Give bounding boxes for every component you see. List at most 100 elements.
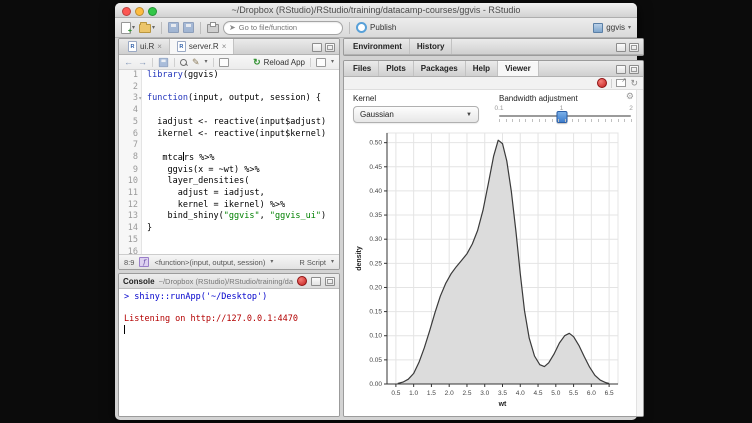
x-tick-label: 1.0 [409, 390, 418, 397]
environment-pane: EnvironmentHistory [343, 38, 644, 56]
open-file-button[interactable]: ▾ [139, 22, 155, 33]
close-icon[interactable]: × [222, 43, 227, 51]
code-token: ikernel <- reactive(input$kernel) [147, 129, 326, 139]
code-line[interactable]: 1library(ggvis) [119, 70, 339, 82]
code-line[interactable]: 3▾function(input, output, session) { [119, 93, 339, 105]
code-token: } [147, 223, 152, 233]
open-in-source-window-icon[interactable] [219, 58, 229, 67]
line-number: 1 [119, 70, 142, 82]
chevron-down-icon: ▾ [132, 25, 135, 31]
tab-viewer[interactable]: Viewer [498, 61, 539, 76]
function-context[interactable]: <function>(input, output, session) [154, 258, 265, 267]
close-window-button[interactable] [122, 7, 131, 16]
minimize-pane-button[interactable] [311, 277, 321, 286]
close-icon[interactable]: × [157, 43, 162, 51]
find-replace-icon[interactable] [180, 59, 187, 66]
code-text [142, 82, 152, 94]
toolbar-divider [200, 22, 201, 34]
code-line[interactable]: 7 [119, 140, 339, 152]
editor-status-bar: 8:9 f <function>(input, output, session)… [119, 254, 339, 269]
open-in-new-window-icon[interactable] [616, 79, 626, 87]
slider-tick [631, 119, 632, 122]
code-token: , [260, 211, 270, 221]
toolbar-divider [161, 22, 162, 34]
line-number: 3▾ [119, 93, 142, 105]
code-text: ikernel <- reactive(input$kernel) [142, 129, 326, 141]
console-tab-label[interactable]: Console [123, 277, 155, 286]
code-line[interactable]: 12 kernel = ikernel) %>% [119, 200, 339, 212]
code-text: mtcars %>% [142, 152, 215, 165]
tab-environment[interactable]: Environment [346, 39, 410, 54]
code-line[interactable]: 16 [119, 247, 339, 254]
maximize-pane-button[interactable] [629, 65, 639, 74]
chevron-down-icon: ▾ [628, 25, 631, 31]
tab-files[interactable]: Files [346, 61, 379, 76]
code-editor[interactable]: 1library(ggvis)2 3▾function(input, outpu… [119, 70, 339, 254]
line-number: 2 [119, 82, 142, 94]
y-tick-label: 0.05 [369, 357, 382, 364]
code-line[interactable]: 11 adjust = iadjust, [119, 188, 339, 200]
kernel-label: Kernel [353, 94, 479, 103]
main-toolbar: + ▾ ▾ ➤ Publish ggv [115, 18, 637, 38]
viewer-scrollbar[interactable] [636, 90, 643, 416]
go-to-file-input[interactable] [239, 23, 337, 32]
source-options-icon[interactable] [316, 58, 326, 67]
stop-icon[interactable] [297, 276, 307, 286]
tab-packages[interactable]: Packages [414, 61, 466, 76]
bandwidth-slider[interactable]: 0.1 1 2 [499, 106, 631, 124]
tab-server-r[interactable]: Rserver.R× [170, 39, 234, 54]
environment-tabbar: EnvironmentHistory [344, 39, 643, 55]
save-button[interactable] [168, 22, 179, 33]
code-line[interactable]: 6 ikernel <- reactive(input$kernel) [119, 129, 339, 141]
minimize-window-button[interactable] [135, 7, 144, 16]
project-cube-icon [593, 23, 603, 33]
fold-marker-icon[interactable]: ▾ [138, 93, 142, 105]
tab-history[interactable]: History [410, 39, 453, 54]
kernel-select[interactable]: Gaussian ▼ [353, 106, 479, 123]
tab-plots[interactable]: Plots [379, 61, 414, 76]
console-output[interactable]: > shiny::runApp('~/Desktop') Listening o… [119, 289, 339, 416]
save-document-button[interactable] [159, 57, 168, 66]
code-line[interactable]: 10 layer_densities( [119, 176, 339, 188]
window-titlebar[interactable]: ~/Dropbox (RStudio)/RStudio/training/dat… [115, 3, 637, 18]
code-text [142, 235, 152, 247]
stop-app-icon[interactable] [597, 78, 607, 88]
gear-icon[interactable]: ⚙ [626, 92, 634, 101]
code-tools-wand-icon[interactable]: ✎ [192, 58, 200, 67]
save-all-button[interactable] [183, 22, 194, 33]
code-line[interactable]: 2 [119, 82, 339, 94]
forward-icon[interactable]: → [138, 58, 147, 67]
maximize-pane-button[interactable] [325, 43, 335, 52]
code-line[interactable]: 14} [119, 223, 339, 235]
source-editor-pane: Rui.R×Rserver.R× ← → ✎ ▾ [118, 38, 340, 270]
slider-tick [506, 119, 507, 122]
code-line[interactable]: 15 [119, 235, 339, 247]
go-to-file-search[interactable]: ➤ [223, 21, 343, 35]
code-line[interactable]: 8 mtcars %>% [119, 152, 339, 165]
document-type[interactable]: R Script [299, 258, 326, 267]
code-line[interactable]: 5 iadjust <- reactive(input$adjust) [119, 117, 339, 129]
publish-button[interactable]: Publish [356, 22, 396, 33]
tab-ui-r[interactable]: Rui.R× [121, 39, 170, 54]
maximize-pane-button[interactable] [325, 277, 335, 286]
reload-app-button[interactable]: ↻ Reload App [253, 58, 305, 67]
tab-help[interactable]: Help [466, 61, 498, 76]
minimize-pane-button[interactable] [616, 43, 626, 52]
code-line[interactable]: 4 [119, 105, 339, 117]
minimize-pane-button[interactable] [312, 43, 322, 52]
project-menu-button[interactable]: ggvis ▾ [593, 23, 631, 33]
minimize-pane-button[interactable] [616, 65, 626, 74]
code-text: kernel = ikernel) %>% [142, 200, 285, 212]
print-button[interactable] [207, 24, 219, 33]
line-number: 7 [119, 140, 142, 152]
maximize-pane-button[interactable] [629, 43, 639, 52]
code-line[interactable]: 9 ggvis(x = ~wt) %>% [119, 165, 339, 177]
text-cursor [124, 325, 125, 334]
y-tick-label: 0.40 [369, 188, 382, 195]
refresh-icon[interactable]: ↻ [630, 79, 638, 88]
code-line[interactable]: 13 bind_shiny("ggvis", "ggvis_ui") [119, 211, 339, 223]
zoom-window-button[interactable] [148, 7, 157, 16]
new-file-button[interactable]: + ▾ [121, 22, 135, 34]
back-icon[interactable]: ← [124, 58, 133, 67]
string-token: "ggvis" [224, 211, 260, 221]
